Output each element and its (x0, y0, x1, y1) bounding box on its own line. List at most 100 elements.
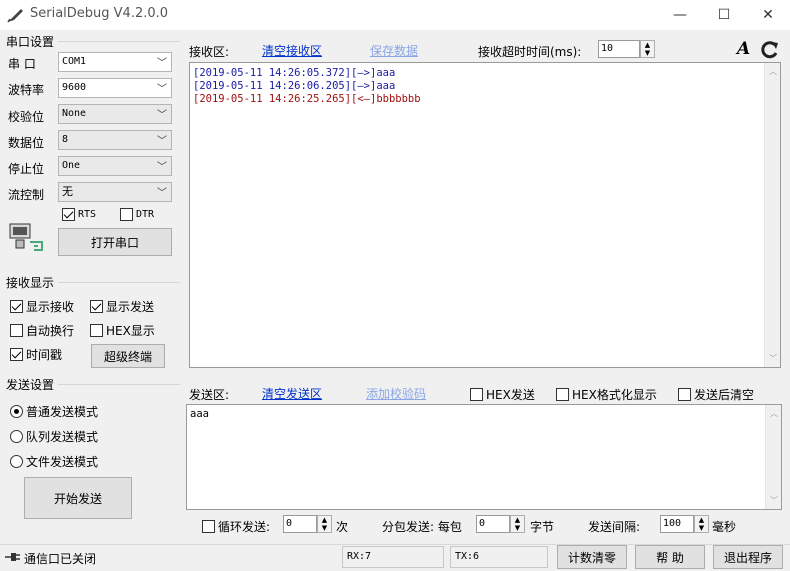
log-line: [2019-05-11 14:26:05.372][—>]aaa (193, 67, 396, 79)
show-receive-checkbox[interactable]: 显示接收 (10, 298, 74, 315)
parity-select[interactable]: None ﹀ (58, 104, 172, 124)
window-title: SerialDebug V4.2.0.0 (30, 6, 169, 21)
show-send-checkbox[interactable]: 显示发送 (90, 298, 154, 315)
interval-input[interactable]: 100 (660, 515, 694, 533)
send-area-label: 发送区: (189, 388, 230, 402)
radio-dot[interactable] (10, 455, 23, 468)
receive-area-label: 接收区: (189, 45, 230, 59)
close-button[interactable]: ✕ (746, 0, 790, 30)
baud-label: 波特率 (8, 83, 45, 97)
group-divider (58, 282, 180, 283)
checkbox-box[interactable] (62, 208, 75, 221)
mode-normal-radio[interactable]: 普通发送模式 (10, 403, 98, 420)
receive-scrollbar[interactable]: ︿ ﹀ (764, 63, 780, 367)
port-label: 串 口 (8, 57, 36, 71)
send-settings-title: 发送设置 (6, 378, 55, 392)
hex-format-checkbox[interactable]: HEX格式化显示 (556, 386, 657, 403)
font-icon[interactable]: A (737, 39, 750, 59)
serial-connector-icon (9, 223, 43, 251)
scroll-down-icon[interactable]: ﹀ (769, 353, 777, 364)
clear-receive-link[interactable]: 清空接收区 (262, 42, 322, 59)
start-send-button[interactable]: 开始发送 (24, 477, 132, 519)
clear-send-link[interactable]: 清空发送区 (262, 385, 322, 402)
rx-counter: RX:7 (342, 546, 444, 568)
checkbox-box[interactable] (678, 388, 691, 401)
add-checksum-link[interactable]: 添加校验码 (366, 385, 426, 402)
maximize-button[interactable]: ☐ (702, 0, 746, 30)
help-button[interactable]: 帮 助 (635, 545, 705, 569)
interval-spinner[interactable]: ▲ ▼ (694, 515, 709, 533)
timeout-input[interactable]: 10 (598, 40, 640, 58)
checkbox-box[interactable] (10, 324, 23, 337)
group-divider (58, 384, 180, 385)
mode-file-radio[interactable]: 文件发送模式 (10, 453, 98, 470)
checkbox-box[interactable] (202, 520, 215, 533)
tx-counter: TX:6 (450, 546, 548, 568)
scroll-down-icon[interactable]: ﹀ (770, 495, 778, 506)
timestamp-checkbox[interactable]: 时间戳 (10, 346, 62, 363)
title-bar: SerialDebug V4.2.0.0 — ☐ ✕ (0, 0, 790, 30)
databits-label: 数据位 (8, 136, 45, 150)
chevron-down-icon: ﹀ (157, 58, 167, 69)
dtr-checkbox[interactable]: DTR (120, 208, 154, 221)
chevron-down-icon: ﹀ (157, 84, 167, 95)
radio-dot[interactable] (10, 430, 23, 443)
hex-display-checkbox[interactable]: HEX显示 (90, 322, 155, 339)
checkbox-box[interactable] (470, 388, 483, 401)
port-select[interactable]: COM1 ﹀ (58, 52, 172, 72)
packet-unit: 字节 (530, 520, 555, 534)
timeout-spinner[interactable]: ▲ ▼ (640, 40, 655, 58)
scroll-up-icon[interactable]: ︿ (769, 66, 777, 77)
packet-label: 分包发送: 每包 (382, 520, 462, 534)
packet-size-spinner[interactable]: ▲ ▼ (510, 515, 525, 533)
mode-queue-radio[interactable]: 队列发送模式 (10, 428, 98, 445)
loop-count-spinner[interactable]: ▲ ▼ (317, 515, 332, 533)
checkbox-box[interactable] (556, 388, 569, 401)
chevron-down-icon: ﹀ (157, 136, 167, 147)
group-divider (58, 41, 180, 42)
receive-text-area[interactable]: [2019-05-11 14:26:05.372][—>]aaa [2019-05… (189, 62, 781, 368)
timeout-label: 接收超时时间(ms): (478, 45, 582, 59)
open-port-button[interactable]: 打开串口 (58, 228, 172, 256)
loop-send-checkbox[interactable]: 循环发送: (202, 518, 270, 535)
checkbox-box[interactable] (10, 348, 23, 361)
stopbits-label: 停止位 (8, 162, 45, 176)
minimize-button[interactable]: — (658, 0, 702, 30)
flow-select[interactable]: 无 ﹀ (58, 182, 172, 202)
auto-wrap-checkbox[interactable]: 自动换行 (10, 322, 74, 339)
checkbox-box[interactable] (120, 208, 133, 221)
refresh-icon[interactable] (760, 40, 780, 60)
checkbox-box[interactable] (10, 300, 23, 313)
reset-counter-button[interactable]: 计数清零 (557, 545, 627, 569)
packet-size-input[interactable]: 0 (476, 515, 510, 533)
log-line: [2019-05-11 14:26:06.205][—>]aaa (193, 80, 396, 92)
chevron-down-icon: ﹀ (157, 188, 167, 199)
interval-label: 发送间隔: (588, 520, 641, 534)
flow-label: 流控制 (8, 188, 45, 202)
save-data-link[interactable]: 保存数据 (370, 42, 418, 59)
loop-count-input[interactable]: 0 (283, 515, 317, 533)
super-terminal-button[interactable]: 超级终端 (91, 344, 165, 368)
databits-select[interactable]: 8 ﹀ (58, 130, 172, 150)
loop-unit: 次 (336, 520, 349, 534)
baud-select[interactable]: 9600 ﹀ (58, 78, 172, 98)
receive-log: [2019-05-11 14:26:05.372][—>]aaa [2019-05… (193, 67, 421, 106)
rts-checkbox[interactable]: RTS (62, 208, 96, 221)
hex-send-checkbox[interactable]: HEX发送 (470, 386, 535, 403)
scroll-up-icon[interactable]: ︿ (770, 408, 778, 419)
chevron-down-icon: ﹀ (157, 110, 167, 121)
radio-dot[interactable] (10, 405, 23, 418)
checkbox-box[interactable] (90, 324, 103, 337)
stopbits-select[interactable]: One ﹀ (58, 156, 172, 176)
clear-after-send-checkbox[interactable]: 发送后清空 (678, 386, 754, 403)
port-status: 通信口已关闭 (24, 552, 97, 566)
checkbox-box[interactable] (90, 300, 103, 313)
serial-settings-title: 串口设置 (6, 35, 55, 49)
send-text-area[interactable]: aaa ︿ ﹀ (186, 404, 782, 510)
send-scrollbar[interactable]: ︿ ﹀ (765, 405, 781, 509)
app-pen-icon (7, 9, 23, 23)
parity-label: 校验位 (8, 110, 45, 124)
exit-button[interactable]: 退出程序 (713, 545, 783, 569)
interval-unit: 毫秒 (712, 520, 737, 534)
plug-icon (5, 553, 20, 561)
